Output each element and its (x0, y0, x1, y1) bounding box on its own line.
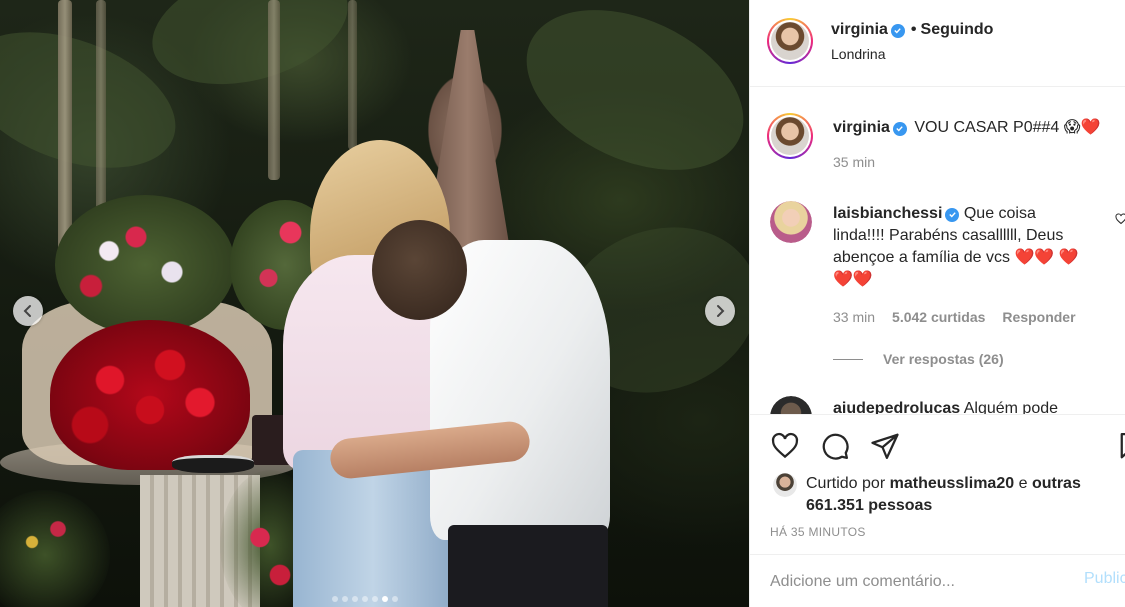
replies-divider (833, 358, 863, 360)
post-photo[interactable] (0, 0, 749, 607)
caption-time[interactable]: 35 min (833, 152, 1123, 172)
verified-icon (890, 23, 905, 38)
view-replies-label: Ver respostas (26) (883, 351, 1004, 367)
post-location[interactable]: Londrina (831, 46, 886, 62)
comment-like-heart-icon[interactable] (1115, 213, 1125, 225)
comment-meta: 33 min 5.042 curtidas Responder (833, 309, 1076, 325)
liked-by-prefix: Curtido por (806, 475, 886, 492)
carousel-dot (372, 596, 378, 602)
carousel-dot (362, 596, 368, 602)
previous-slide-button[interactable] (13, 296, 43, 326)
carousel-indicator (332, 596, 398, 602)
next-comment-username[interactable]: aiudepedrolucas (833, 400, 960, 414)
following-button[interactable]: Seguindo (921, 21, 994, 38)
carousel-dot (392, 596, 398, 602)
caption-avatar[interactable] (767, 113, 813, 159)
liker-avatar[interactable] (773, 473, 797, 497)
reply-button[interactable]: Responder (1002, 309, 1075, 325)
caption: virginia VOU CASAR P0##4 😱❤️ 35 min (833, 118, 1123, 172)
caption-text: VOU CASAR P0##4 (914, 119, 1060, 136)
carousel-dot (332, 596, 338, 602)
comments-list[interactable]: virginia VOU CASAR P0##4 😱❤️ 35 min lais… (750, 88, 1125, 414)
next-slide-button[interactable] (705, 296, 735, 326)
publish-button[interactable]: Publicar (1084, 570, 1125, 588)
chevron-right-icon (717, 305, 725, 317)
post-timestamp[interactable]: HÁ 35 MINUTOS (770, 525, 866, 539)
comment-input[interactable] (770, 555, 1070, 607)
caption-emoji: 😱❤️ (1063, 119, 1101, 136)
bookmark-icon[interactable] (1118, 431, 1125, 461)
follow-separator: • (910, 21, 917, 38)
next-comment: aiudepedrolucas Alguém pode (833, 400, 1058, 414)
carousel-dot (352, 596, 358, 602)
author-username[interactable]: virginia (831, 21, 888, 38)
post-side-panel: virginia • Seguindo Londrina virginia VOU … (749, 0, 1125, 607)
comment-username[interactable]: laisbianchessi (833, 205, 942, 222)
carousel-dot (382, 596, 388, 602)
commenter-avatar[interactable] (770, 201, 812, 243)
caption-username[interactable]: virginia (833, 119, 890, 136)
add-comment-bar: Publicar (750, 554, 1125, 607)
next-comment-text: Alguém pode (963, 400, 1059, 414)
comment-icon[interactable] (820, 431, 850, 461)
verified-icon (892, 121, 907, 136)
liked-by-connector: e (1018, 475, 1028, 492)
carousel-dot (342, 596, 348, 602)
comment: laisbianchessi Que coisa linda!!!! Parab… (833, 203, 1083, 291)
verified-icon (945, 207, 960, 222)
comment-time[interactable]: 33 min (833, 309, 875, 325)
post-header: virginia • Seguindo Londrina (750, 0, 1125, 87)
post-actions: Curtido por matheusslima20 e outras 661.… (750, 414, 1125, 554)
share-icon[interactable] (870, 431, 900, 461)
view-replies-button[interactable]: Ver respostas (26) (833, 351, 1004, 367)
heart-icon[interactable] (770, 431, 800, 461)
liked-by-user[interactable]: matheusslima20 (890, 475, 1015, 492)
author-avatar[interactable] (767, 18, 813, 64)
liked-by: Curtido por matheusslima20 e outras 661.… (806, 473, 1116, 517)
chevron-left-icon (23, 305, 31, 317)
comment-likes[interactable]: 5.042 curtidas (892, 309, 985, 325)
next-commenter-avatar[interactable] (770, 396, 812, 414)
